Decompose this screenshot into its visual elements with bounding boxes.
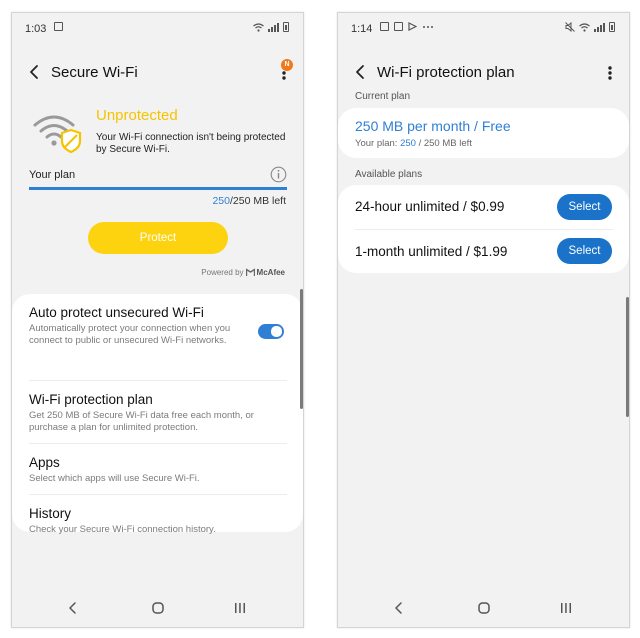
- setting-description: Check your Secure Wi-Fi connection histo…: [29, 524, 216, 535]
- plan-used-value: 250: [212, 195, 230, 207]
- available-plans-label: Available plans: [355, 169, 423, 180]
- plan-option-label: 24-hour unlimited / $0.99: [355, 199, 505, 214]
- plan-label: Your plan: [29, 169, 76, 181]
- current-plan-sub-prefix: Your plan:: [355, 138, 401, 149]
- signal-icon: [268, 22, 279, 32]
- setting-history[interactable]: History Check your Secure Wi-Fi connecti…: [29, 506, 287, 536]
- more-options-icon[interactable]: [601, 60, 619, 86]
- divider: [29, 494, 287, 495]
- status-time: 1:14: [351, 23, 373, 35]
- select-1-month-plan-button[interactable]: Select: [557, 238, 612, 264]
- app-bar: Secure Wi-Fi N: [12, 47, 303, 99]
- powered-by-brand: McAfee: [256, 268, 285, 277]
- auto-protect-toggle[interactable]: [258, 324, 284, 339]
- sim-notification-icon: [380, 22, 389, 31]
- setting-auto-protect[interactable]: Auto protect unsecured Wi-Fi Automatical…: [29, 305, 287, 346]
- new-badge: N: [281, 59, 293, 71]
- setting-title: Apps: [29, 455, 60, 470]
- status-time: 1:03: [25, 23, 47, 35]
- navigation-bar: [338, 591, 629, 627]
- plan-usage-bar: [29, 187, 287, 190]
- back-arrow-icon[interactable]: [24, 61, 46, 83]
- current-plan-used: 250: [400, 138, 416, 149]
- current-plan-label: Current plan: [355, 91, 411, 102]
- nav-home-icon[interactable]: [477, 601, 491, 615]
- current-plan-title: 250 MB per month / Free: [355, 118, 511, 134]
- current-plan-card: 250 MB per month / Free Your plan: 250 /…: [338, 108, 629, 158]
- play-notification-icon: [408, 22, 417, 31]
- info-icon[interactable]: [270, 166, 287, 183]
- wifi-protection-plan-screen: 1:14 Wi-Fi protection plan Current plan …: [337, 12, 630, 628]
- plan-option-label: 1-month unlimited / $1.99: [355, 244, 508, 259]
- nav-back-icon[interactable]: [66, 601, 80, 615]
- page-title: Wi-Fi protection plan: [377, 64, 515, 81]
- page-title: Secure Wi-Fi: [51, 64, 138, 81]
- plan-remaining: 250/250 MB left: [212, 195, 286, 207]
- setting-description: Select which apps will use Secure Wi-Fi.: [29, 473, 200, 484]
- protect-button[interactable]: Protect: [88, 222, 228, 254]
- wifi-status-icon: [579, 22, 590, 32]
- setting-description: Automatically protect your connection wh…: [29, 323, 231, 346]
- powered-by-prefix: Powered by: [201, 268, 244, 277]
- nav-recent-apps-icon[interactable]: [233, 601, 247, 615]
- signal-icon: [594, 22, 605, 32]
- wifi-warning-shield-icon: [33, 115, 82, 153]
- scrollbar[interactable]: [626, 297, 629, 417]
- nav-recent-apps-icon[interactable]: [559, 601, 573, 615]
- setting-wifi-protection-plan[interactable]: Wi-Fi protection plan Get 250 MB of Secu…: [29, 392, 287, 433]
- system-status-icons: [253, 22, 289, 32]
- protection-description: Your Wi-Fi connection isn't being protec…: [96, 132, 286, 155]
- battery-icon: [283, 22, 289, 32]
- divider: [29, 380, 287, 381]
- mute-icon: [565, 22, 575, 32]
- nav-back-icon[interactable]: [392, 601, 406, 615]
- setting-description: Get 250 MB of Secure Wi-Fi data free eac…: [29, 410, 254, 433]
- gallery-notification-icon: [54, 22, 63, 31]
- scrollbar[interactable]: [300, 289, 303, 409]
- secure-wifi-screen: 1:03 Secure Wi-Fi N Unprotected Your Wi-…: [11, 12, 304, 628]
- powered-by: Powered by McAfee: [201, 268, 285, 277]
- setting-title: Wi-Fi protection plan: [29, 392, 153, 407]
- mcafee-logo-icon: [245, 268, 255, 276]
- select-24-hour-plan-button[interactable]: Select: [557, 194, 612, 220]
- status-bar: 1:03: [12, 13, 303, 47]
- current-plan-subtitle: Your plan: 250 / 250 MB left: [355, 138, 472, 149]
- more-notifications-icon: [423, 26, 433, 28]
- divider: [355, 229, 613, 230]
- gallery-notification-icon: [394, 22, 403, 31]
- settings-card: Auto protect unsecured Wi-Fi Automatical…: [12, 294, 303, 535]
- back-arrow-icon[interactable]: [350, 61, 372, 83]
- status-bar: 1:14: [338, 13, 629, 47]
- setting-apps[interactable]: Apps Select which apps will use Secure W…: [29, 455, 287, 485]
- plan-remaining-text: /250 MB left: [229, 195, 286, 207]
- system-status-icons: [565, 22, 615, 32]
- navigation-bar: [12, 591, 303, 627]
- notification-icons: [380, 22, 434, 31]
- available-plans-card: 24-hour unlimited / $0.99 Select 1-month…: [338, 185, 629, 273]
- notification-icons: [54, 22, 63, 31]
- plan-usage-fill: [29, 187, 287, 190]
- nav-home-icon[interactable]: [151, 601, 165, 615]
- current-plan-sub-suffix: / 250 MB left: [415, 138, 472, 149]
- setting-title: History: [29, 506, 72, 521]
- protection-status: Unprotected: [96, 107, 178, 124]
- divider: [29, 443, 287, 444]
- battery-icon: [609, 22, 615, 32]
- setting-title: Auto protect unsecured Wi-Fi: [29, 305, 204, 320]
- wifi-status-icon: [253, 22, 264, 32]
